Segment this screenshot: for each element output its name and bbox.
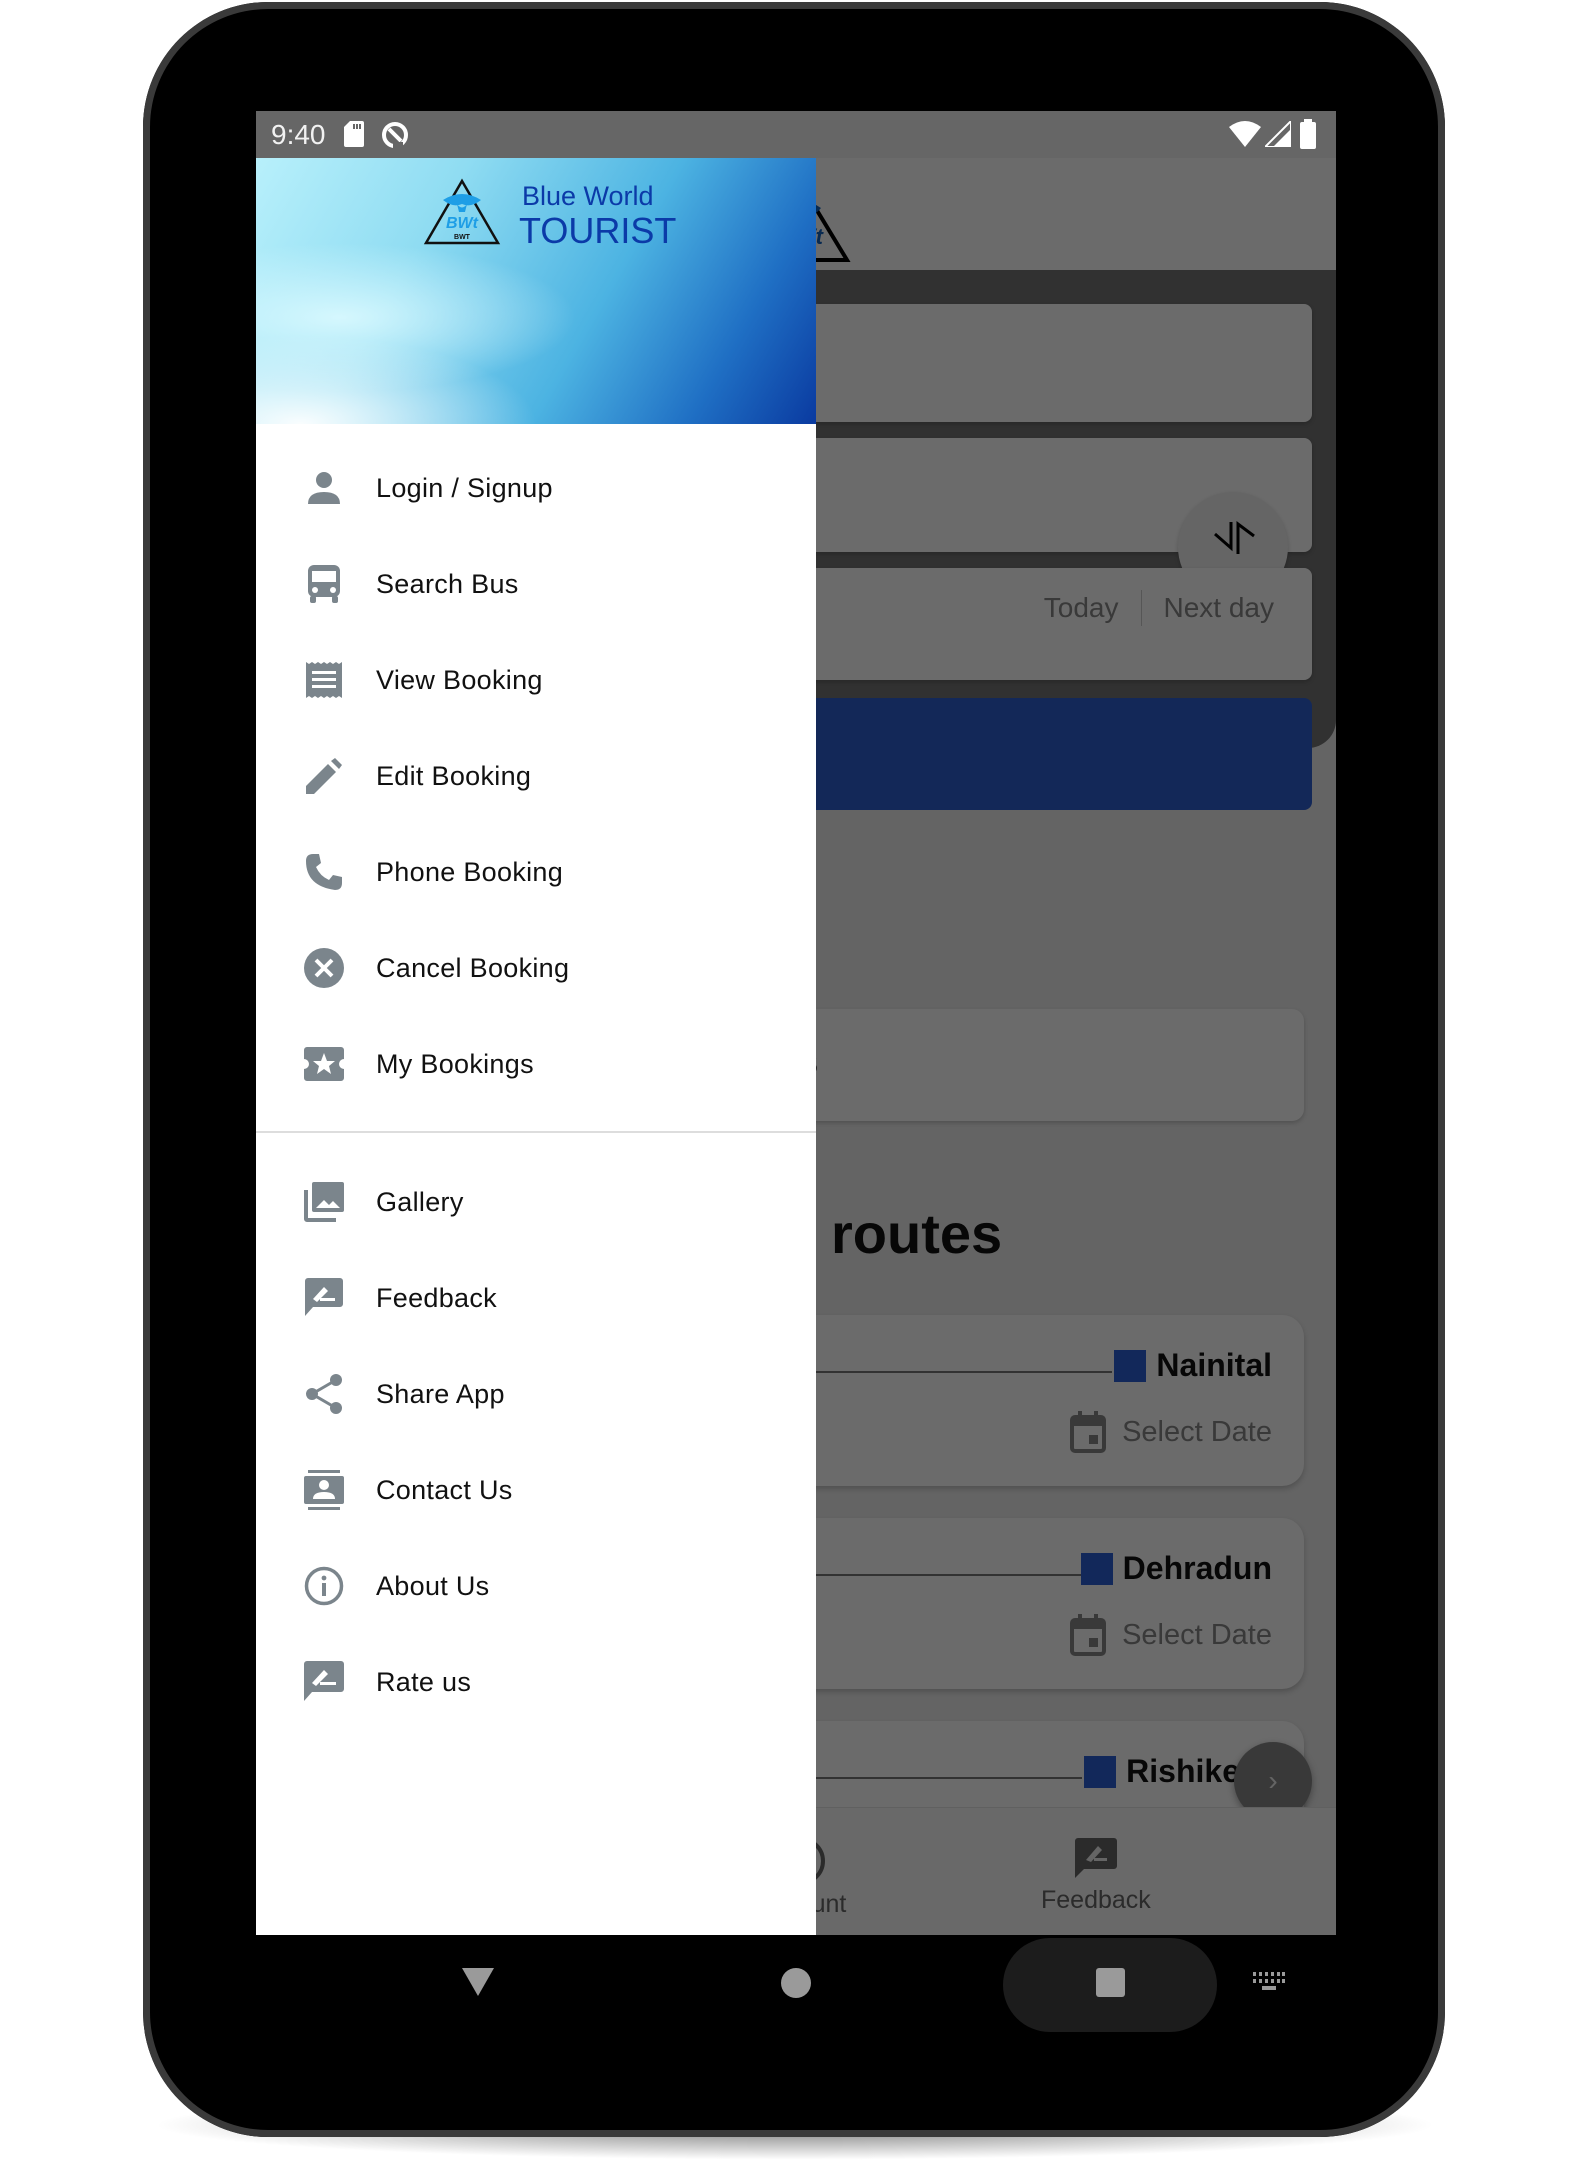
menu-item-view-booking[interactable]: View Booking <box>256 632 816 728</box>
menu-item-label: Feedback <box>376 1282 497 1313</box>
person-icon <box>304 468 344 508</box>
navigation-drawer: BWt BWT Blue World TOURIST Login / Signu… <box>256 158 816 1935</box>
status-bar: 9:40 <box>256 111 1336 158</box>
menu-item-share-app[interactable]: Share App <box>256 1346 816 1442</box>
svg-text:BWT: BWT <box>454 234 471 241</box>
screen: 9:40 BWt BWT Blue World TOURIST Login / … <box>256 111 1336 1935</box>
cancel-icon <box>304 948 344 988</box>
receipt-icon <box>304 660 344 700</box>
signal-icon <box>1265 121 1291 147</box>
system-navigation-bar <box>256 1935 1336 2035</box>
menu-item-label: Search Bus <box>376 568 519 599</box>
contact-card-icon <box>304 1470 344 1510</box>
wifi-icon <box>1229 121 1261 147</box>
menu-item-label: View Booking <box>376 664 543 695</box>
gallery-icon <box>304 1182 344 1222</box>
brand-name-line2: TOURIST <box>519 210 677 251</box>
drawer-header: BWt BWT Blue World TOURIST <box>256 158 816 424</box>
menu-item-rate-us[interactable]: Rate us <box>256 1634 816 1730</box>
rate-icon <box>304 1661 344 1702</box>
menu-item-edit-booking[interactable]: Edit Booking <box>256 728 816 824</box>
menu-item-label: Gallery <box>376 1186 464 1217</box>
menu-item-search-bus[interactable]: Search Bus <box>256 536 816 632</box>
menu-item-my-bookings[interactable]: My Bookings <box>256 1016 816 1112</box>
home-button[interactable] <box>781 1968 811 1998</box>
keyboard-switch-icon[interactable] <box>1253 1972 1285 1992</box>
menu-divider <box>256 1131 816 1133</box>
info-icon <box>304 1566 344 1606</box>
bus-icon <box>304 564 344 604</box>
sd-card-icon <box>344 121 364 147</box>
menu-item-feedback[interactable]: Feedback <box>256 1250 816 1346</box>
svg-text:BWt: BWt <box>446 215 479 232</box>
menu-item-label: My Bookings <box>376 1048 534 1079</box>
menu-item-label: Phone Booking <box>376 856 564 887</box>
menu-item-label: Edit Booking <box>376 760 532 791</box>
menu-item-login-signup[interactable]: Login / Signup <box>256 440 816 536</box>
phone-icon <box>304 852 344 892</box>
menu-item-label: Login / Signup <box>376 472 553 503</box>
brand-logo-icon: BWt BWT <box>423 178 501 245</box>
menu-item-label: Rate us <box>376 1666 472 1697</box>
menu-item-label: Share App <box>376 1378 505 1409</box>
menu-item-label: Contact Us <box>376 1474 513 1505</box>
menu-item-label: About Us <box>376 1570 490 1601</box>
menu-item-contact-us[interactable]: Contact Us <box>256 1442 816 1538</box>
feedback-icon <box>304 1278 344 1318</box>
menu-item-cancel-booking[interactable]: Cancel Booking <box>256 920 816 1016</box>
pencil-icon <box>304 756 344 796</box>
ticket-star-icon <box>304 1044 344 1084</box>
status-time: 9:40 <box>271 119 326 150</box>
data-saver-icon <box>382 122 408 148</box>
share-icon <box>304 1374 344 1414</box>
battery-icon <box>1300 119 1316 149</box>
brand-name-line1: Blue World <box>522 181 654 211</box>
menu-item-gallery[interactable]: Gallery <box>256 1154 816 1250</box>
menu-item-label: Cancel Booking <box>376 952 570 983</box>
recents-button[interactable] <box>1096 1968 1125 1997</box>
menu-item-phone-booking[interactable]: Phone Booking <box>256 824 816 920</box>
menu-item-about-us[interactable]: About Us <box>256 1538 816 1634</box>
back-button[interactable] <box>462 1968 494 1996</box>
